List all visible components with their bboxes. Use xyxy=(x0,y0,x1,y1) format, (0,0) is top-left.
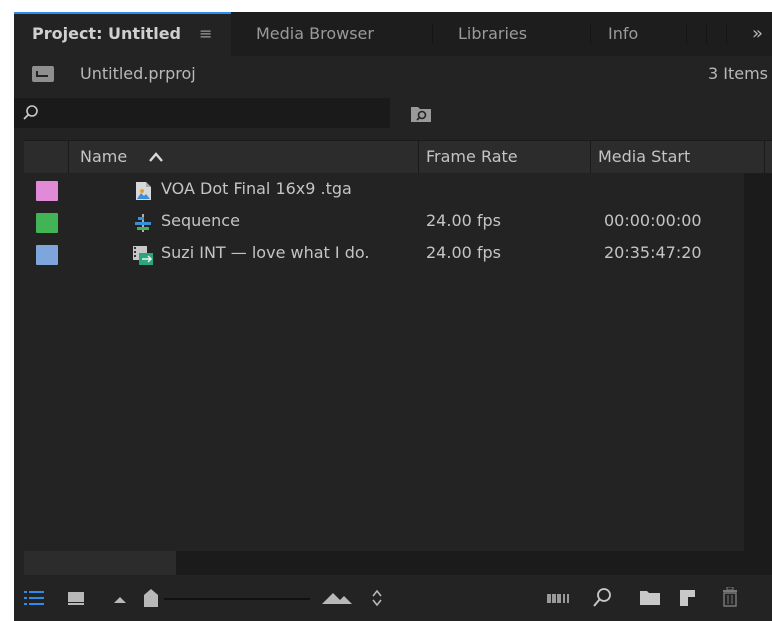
column-divider xyxy=(590,141,591,173)
project-item-list: VOA Dot Final 16x9 .tga Sequence 24.00 f… xyxy=(24,173,744,551)
zoom-slider-thumb[interactable] xyxy=(144,589,158,607)
zoom-slider-track[interactable] xyxy=(164,598,310,600)
item-frame-rate: 24.00 fps xyxy=(426,211,502,230)
tab-libraries-label: Libraries xyxy=(458,24,528,43)
tab-info[interactable]: Info xyxy=(608,12,638,56)
list-item[interactable]: Suzi INT — love what I do. 24.00 fps 20:… xyxy=(24,239,744,271)
horizontal-scrollbar-thumb[interactable] xyxy=(24,551,176,575)
panel-menu-icon[interactable]: ≡ xyxy=(199,12,212,56)
new-item-icon[interactable] xyxy=(680,589,696,607)
label-color-swatch[interactable] xyxy=(36,213,58,233)
project-header: Untitled.prproj 3 Items xyxy=(14,56,772,94)
sort-ascending-icon[interactable] xyxy=(148,141,164,177)
panel-tab-bar: Project: Untitled ≡ Media Browser Librar… xyxy=(14,12,772,56)
video-clip-icon xyxy=(133,246,153,265)
up-folder-icon[interactable] xyxy=(32,66,54,82)
search-input[interactable] xyxy=(14,98,390,128)
tab-project-label: Project: Untitled xyxy=(32,24,181,43)
sequence-icon xyxy=(135,214,151,232)
sort-icons-icon[interactable] xyxy=(371,588,383,608)
list-item[interactable]: Sequence 24.00 fps 00:00:00:00 xyxy=(24,207,744,239)
column-header-media-start[interactable]: Media Start xyxy=(598,141,690,173)
new-search-bin-icon[interactable] xyxy=(410,102,432,124)
list-view-icon[interactable] xyxy=(24,590,44,606)
item-media-start: 00:00:00:00 xyxy=(604,211,702,230)
horizontal-scrollbar[interactable] xyxy=(24,551,772,575)
column-divider xyxy=(68,141,69,173)
item-name: Sequence xyxy=(161,211,240,230)
search-icon xyxy=(23,105,38,120)
tab-divider xyxy=(590,24,591,44)
zoom-out-icon[interactable] xyxy=(114,595,126,603)
tab-overflow-icon[interactable]: » xyxy=(752,12,763,56)
automate-to-sequence-icon[interactable] xyxy=(547,592,571,604)
trash-icon[interactable] xyxy=(722,587,738,607)
tab-divider xyxy=(432,24,433,44)
column-header-frame-rate[interactable]: Frame Rate xyxy=(426,141,518,173)
tab-divider xyxy=(686,24,687,44)
project-panel: Project: Untitled ≡ Media Browser Librar… xyxy=(14,12,772,621)
tab-divider xyxy=(706,24,707,44)
item-name: Suzi INT — love what I do. xyxy=(161,243,370,262)
tab-media-browser[interactable]: Media Browser xyxy=(256,12,374,56)
item-frame-rate: 24.00 fps xyxy=(426,243,502,262)
label-color-swatch[interactable] xyxy=(36,245,58,265)
vertical-scrollbar[interactable] xyxy=(744,173,772,551)
column-divider xyxy=(418,141,419,173)
bottom-toolbar xyxy=(14,575,772,621)
tab-media-browser-label: Media Browser xyxy=(256,24,374,43)
item-name: VOA Dot Final 16x9 .tga xyxy=(161,179,352,198)
find-icon[interactable] xyxy=(592,587,612,609)
tab-divider xyxy=(726,24,727,44)
tab-libraries[interactable]: Libraries xyxy=(458,12,527,56)
item-count: 3 Items xyxy=(707,64,768,83)
tab-info-label: Info xyxy=(608,24,639,43)
column-header-row: Name Frame Rate Media Start xyxy=(24,140,772,174)
tab-project[interactable]: Project: Untitled ≡ xyxy=(14,12,231,56)
list-item[interactable]: VOA Dot Final 16x9 .tga xyxy=(24,175,744,207)
still-image-icon xyxy=(136,182,151,200)
label-color-swatch[interactable] xyxy=(36,181,58,201)
column-header-name[interactable]: Name xyxy=(80,141,127,173)
icon-view-icon[interactable] xyxy=(68,590,84,606)
item-media-start: 20:35:47:20 xyxy=(604,243,702,262)
column-divider xyxy=(764,141,765,173)
new-bin-icon[interactable] xyxy=(640,590,660,606)
project-file-name: Untitled.prproj xyxy=(80,64,196,83)
search-row xyxy=(14,94,772,134)
zoom-in-icon[interactable] xyxy=(322,592,352,604)
